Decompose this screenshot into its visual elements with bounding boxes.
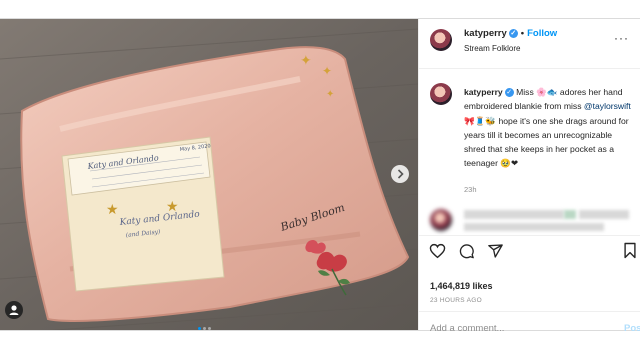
author-username[interactable]: katyperry xyxy=(464,28,507,39)
instagram-post: ✦ ✦ ✦ Katy and Orlando May 8, 2020 ★ ★ K… xyxy=(0,18,640,334)
follow-button[interactable]: Follow xyxy=(527,28,557,39)
caption-text-2: 🎀🧵🐝 hope it's one she drags around for y… xyxy=(464,115,629,169)
verified-icon: ✓ xyxy=(508,28,518,38)
svg-text:✦: ✦ xyxy=(322,64,332,78)
heart-icon[interactable] xyxy=(429,243,446,259)
svg-text:✦: ✦ xyxy=(326,89,334,100)
verified-icon: ✓ xyxy=(504,88,514,98)
share-icon[interactable] xyxy=(487,243,504,259)
comment-bar: Add a comment... Post xyxy=(419,311,640,352)
caption-time: 23h xyxy=(464,185,477,194)
likes-count[interactable]: 1,464,819 likes xyxy=(430,281,493,291)
handwritten-card: Katy and Orlando May 8, 2020 ★ ★ Katy an… xyxy=(61,136,225,292)
avatar[interactable] xyxy=(430,29,452,51)
gold-star-embroidery: ✦ xyxy=(300,53,312,69)
post-sidebar: katyperry ✓ • Follow Stream Folklore ··· ka… xyxy=(418,19,640,334)
blurred-comment-1 xyxy=(464,210,564,219)
post-header: katyperry ✓ • Follow Stream Folklore ··· xyxy=(419,19,640,69)
photo-illustration: ✦ ✦ ✦ Katy and Orlando May 8, 2020 ★ ★ K… xyxy=(0,19,418,330)
post-subtitle[interactable]: Stream Folklore xyxy=(464,44,520,53)
carousel-indicator xyxy=(198,317,213,330)
next-photo-button[interactable] xyxy=(391,165,409,183)
svg-text:★: ★ xyxy=(106,202,119,218)
post-caption: katyperry ✓ Miss 🌸🐟 adores her hand embro… xyxy=(464,85,632,171)
separator-dot: • xyxy=(520,28,525,39)
bookmark-icon[interactable] xyxy=(623,242,637,259)
caption-mention[interactable]: @taylorswift xyxy=(584,101,631,111)
post-comment-button[interactable]: Post xyxy=(624,323,640,334)
blurred-comment-2 xyxy=(564,210,576,219)
action-bar xyxy=(419,235,640,266)
blurred-avatar xyxy=(430,209,452,231)
person-icon xyxy=(9,305,19,315)
comment-input[interactable]: Add a comment... xyxy=(430,323,504,334)
post-timestamp[interactable]: 23 HOURS AGO xyxy=(430,297,482,304)
tagged-users-button[interactable] xyxy=(5,301,23,319)
more-options-icon[interactable]: ··· xyxy=(614,31,629,45)
blurred-comment-3 xyxy=(579,210,629,219)
post-photo[interactable]: ✦ ✦ ✦ Katy and Orlando May 8, 2020 ★ ★ K… xyxy=(0,19,418,330)
comment-icon[interactable] xyxy=(458,243,475,259)
blurred-comment-4 xyxy=(464,223,604,231)
chevron-right-icon xyxy=(397,169,404,179)
author-line: katyperry ✓ • Follow xyxy=(464,28,557,39)
caption-avatar[interactable] xyxy=(430,83,452,105)
caption-username[interactable]: katyperry xyxy=(464,87,503,97)
